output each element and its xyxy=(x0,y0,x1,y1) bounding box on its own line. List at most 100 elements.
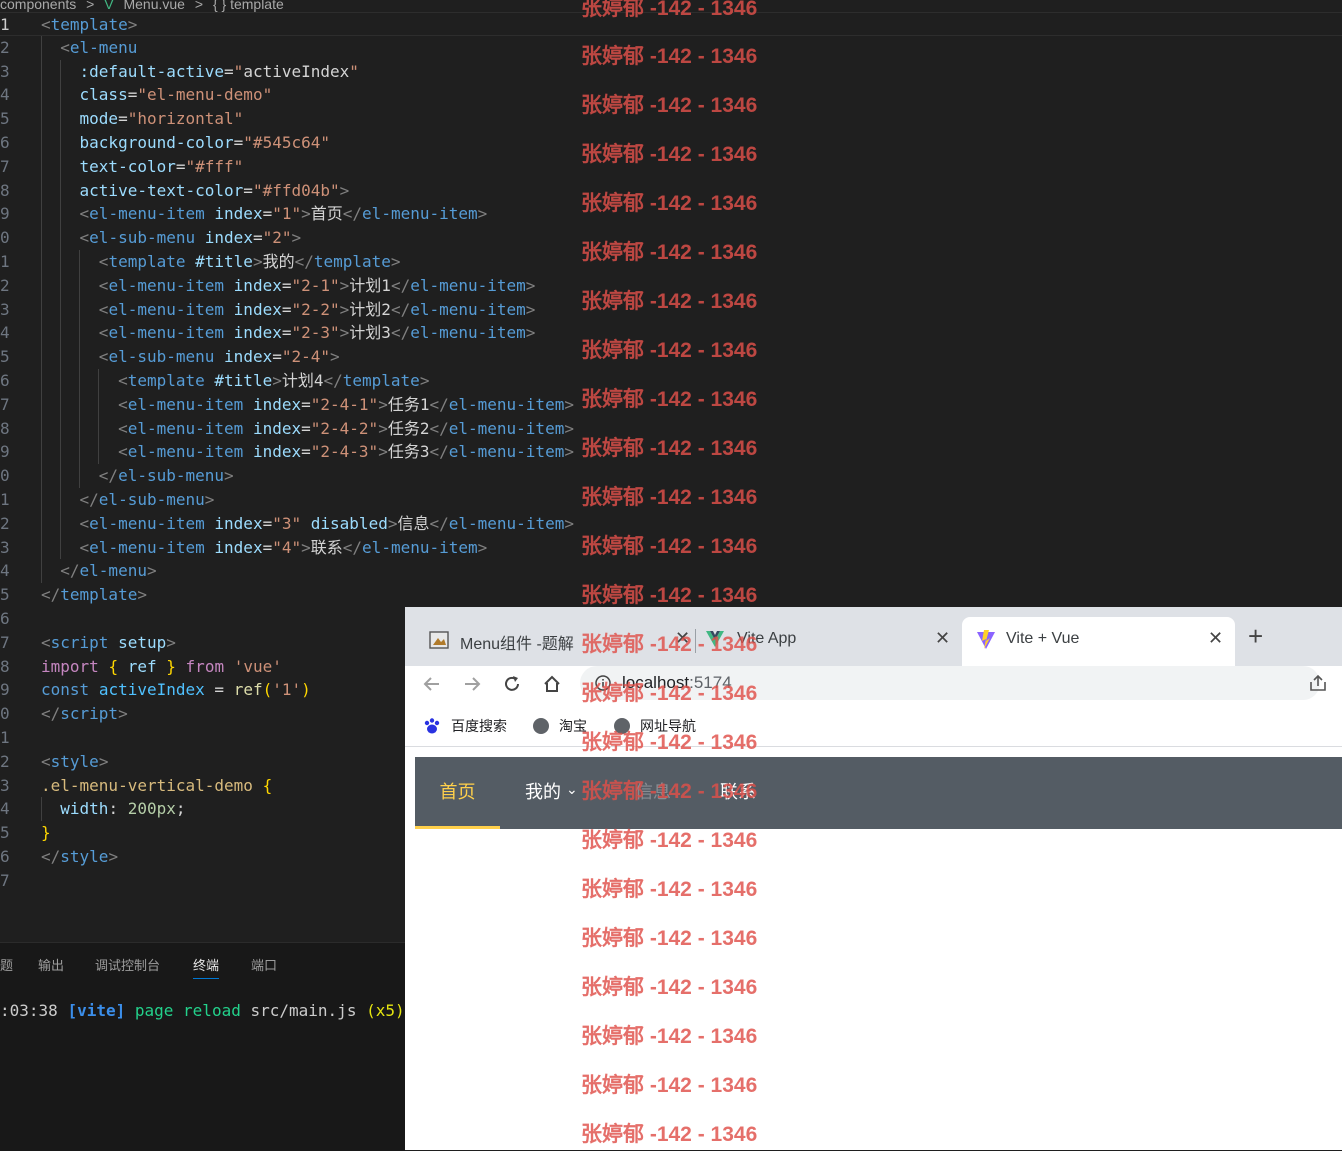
line-number: 3 xyxy=(0,61,10,81)
share-icon[interactable] xyxy=(1308,673,1328,693)
line-number: 7 xyxy=(0,632,10,652)
watermark: 张婷郁 -142 - 1346 xyxy=(581,290,758,313)
tab-terminal[interactable]: 终端 xyxy=(193,955,220,979)
line-number: 6 xyxy=(0,846,10,866)
line-number: 1 xyxy=(0,15,10,34)
line-number: 1 xyxy=(0,489,10,509)
watermark: 张婷郁 -142 - 1346 xyxy=(581,927,758,950)
line-number: 9 xyxy=(0,680,10,700)
bookmark-baidu[interactable]: 百度搜索 xyxy=(423,716,507,736)
line-number: 8 xyxy=(0,418,10,438)
home-icon[interactable] xyxy=(542,674,562,694)
el-menu: 首页 我的 ⌄ 信息 联系 xyxy=(415,757,1342,829)
line-number: 9 xyxy=(0,204,10,224)
forward-icon[interactable] xyxy=(462,674,482,694)
watermark: 张婷郁 -142 - 1346 xyxy=(581,45,758,68)
browser-tab-active[interactable]: Vite + Vue ✕ xyxy=(962,617,1235,666)
line-number: 5 xyxy=(0,823,10,843)
paw-icon xyxy=(424,718,440,734)
tab-title: Vite + Vue xyxy=(1006,630,1080,647)
line-number: 4 xyxy=(0,799,10,819)
line-number: 5 xyxy=(0,585,10,605)
watermark: 张婷郁 -142 - 1346 xyxy=(581,192,758,215)
line-number: 9 xyxy=(0,442,10,462)
watermark: 张婷郁 -142 - 1346 xyxy=(581,241,758,264)
line-number: 0 xyxy=(0,704,10,724)
term-count: (x5) xyxy=(366,1001,405,1020)
tab-ports[interactable]: 端口 xyxy=(251,955,277,974)
line-number: 2 xyxy=(0,513,10,533)
vite-favicon-icon xyxy=(977,630,995,649)
new-tab-button[interactable]: + xyxy=(1248,623,1263,649)
line-number: 4 xyxy=(0,561,10,581)
breadcrumb-separator: > xyxy=(194,0,204,12)
breadcrumb-folder[interactable]: components xyxy=(0,0,76,12)
tab-output[interactable]: 输出 xyxy=(38,955,64,974)
breadcrumb-symbol[interactable]: { } template xyxy=(213,0,284,12)
term-time: :03:38 xyxy=(0,1001,58,1020)
line-number: 7 xyxy=(0,156,10,176)
terminal-output[interactable]: :03:38 [vite] page reload src/main.js (x… xyxy=(0,1001,405,1020)
line-number: 8 xyxy=(0,180,10,200)
line-number: 3 xyxy=(0,537,10,557)
watermark: 张婷郁 -142 - 1346 xyxy=(581,486,758,509)
vue-file-icon: V xyxy=(104,0,114,12)
watermark: 张婷郁 -142 - 1346 xyxy=(581,976,758,999)
watermark: 张婷郁 -142 - 1346 xyxy=(581,682,758,705)
tab-problems[interactable]: 题 xyxy=(0,955,13,974)
watermark: 张婷郁 -142 - 1346 xyxy=(581,535,758,558)
line-number: 5 xyxy=(0,109,10,129)
close-icon[interactable]: ✕ xyxy=(935,628,950,649)
line-number: 2 xyxy=(0,275,10,295)
line-number: 7 xyxy=(0,394,10,414)
browser-window: Menu组件 -题解 ✕ Vite App ✕ Vite + Vue ✕ + l… xyxy=(405,607,1342,1150)
watermark: 张婷郁 -142 - 1346 xyxy=(581,388,758,411)
watermark: 张婷郁 -142 - 1346 xyxy=(581,829,758,852)
watermark: 张婷郁 -142 - 1346 xyxy=(581,437,758,460)
watermark: 张婷郁 -142 - 1346 xyxy=(581,780,758,803)
watermark: 张婷郁 -142 - 1346 xyxy=(581,731,758,754)
term-tag: [vite] xyxy=(67,1001,126,1020)
term-message: page reload xyxy=(134,1001,241,1020)
line-number: 3 xyxy=(0,299,10,319)
browser-toolbar: localhost:5174 xyxy=(405,666,1342,706)
bookmark-taobao[interactable]: 淘宝 xyxy=(533,716,587,736)
line-number: 0 xyxy=(0,466,10,486)
watermark: 张婷郁 -142 - 1346 xyxy=(581,1123,758,1146)
watermark: 张婷郁 -142 - 1346 xyxy=(581,94,758,117)
line-number: 2 xyxy=(0,751,10,771)
line-number: 0 xyxy=(0,228,10,248)
tab-debug-console[interactable]: 调试控制台 xyxy=(95,955,160,974)
chevron-down-icon: ⌄ xyxy=(566,781,578,797)
menu-item-home[interactable]: 首页 xyxy=(415,757,500,829)
line-number: 6 xyxy=(0,132,10,152)
line-number: 5 xyxy=(0,347,10,367)
reload-icon[interactable] xyxy=(502,674,522,694)
line-number: 1 xyxy=(0,251,10,271)
watermark: 张婷郁 -142 - 1346 xyxy=(581,633,758,656)
line-number: 3 xyxy=(0,775,10,795)
line-number: 6 xyxy=(0,370,10,390)
favicon-icon xyxy=(429,631,449,649)
line-number: 4 xyxy=(0,85,10,105)
terminal-panel: 题 输出 调试控制台 终端 端口 :03:38 [vite] page relo… xyxy=(0,942,405,1151)
submenu-title: 我的 xyxy=(525,782,561,802)
close-icon[interactable]: ✕ xyxy=(1208,628,1223,649)
globe-icon xyxy=(533,718,549,734)
back-icon[interactable] xyxy=(422,674,442,694)
watermark: 张婷郁 -142 - 1346 xyxy=(581,339,758,362)
line-number: 8 xyxy=(0,656,10,676)
watermark: 张婷郁 -142 - 1346 xyxy=(581,1025,758,1048)
bookmarks-bar: 百度搜索 淘宝 网址导航 xyxy=(405,706,1342,747)
submenu-mine[interactable]: 我的 ⌄ xyxy=(525,757,578,829)
breadcrumb-separator: > xyxy=(86,0,95,12)
watermark: 张婷郁 -142 - 1346 xyxy=(581,1074,758,1097)
line-number: 2 xyxy=(0,37,10,57)
breadcrumb-file[interactable]: Menu.vue xyxy=(123,0,184,12)
tab-title: Menu组件 -题解 xyxy=(460,636,574,653)
term-file: src/main.js xyxy=(250,1001,357,1020)
watermark: 张婷郁 -142 - 1346 xyxy=(581,0,758,20)
line-number: 1 xyxy=(0,727,10,747)
line-number: 4 xyxy=(0,323,10,343)
tab-bar: Menu组件 -题解 ✕ Vite App ✕ Vite + Vue ✕ + xyxy=(405,607,1342,666)
